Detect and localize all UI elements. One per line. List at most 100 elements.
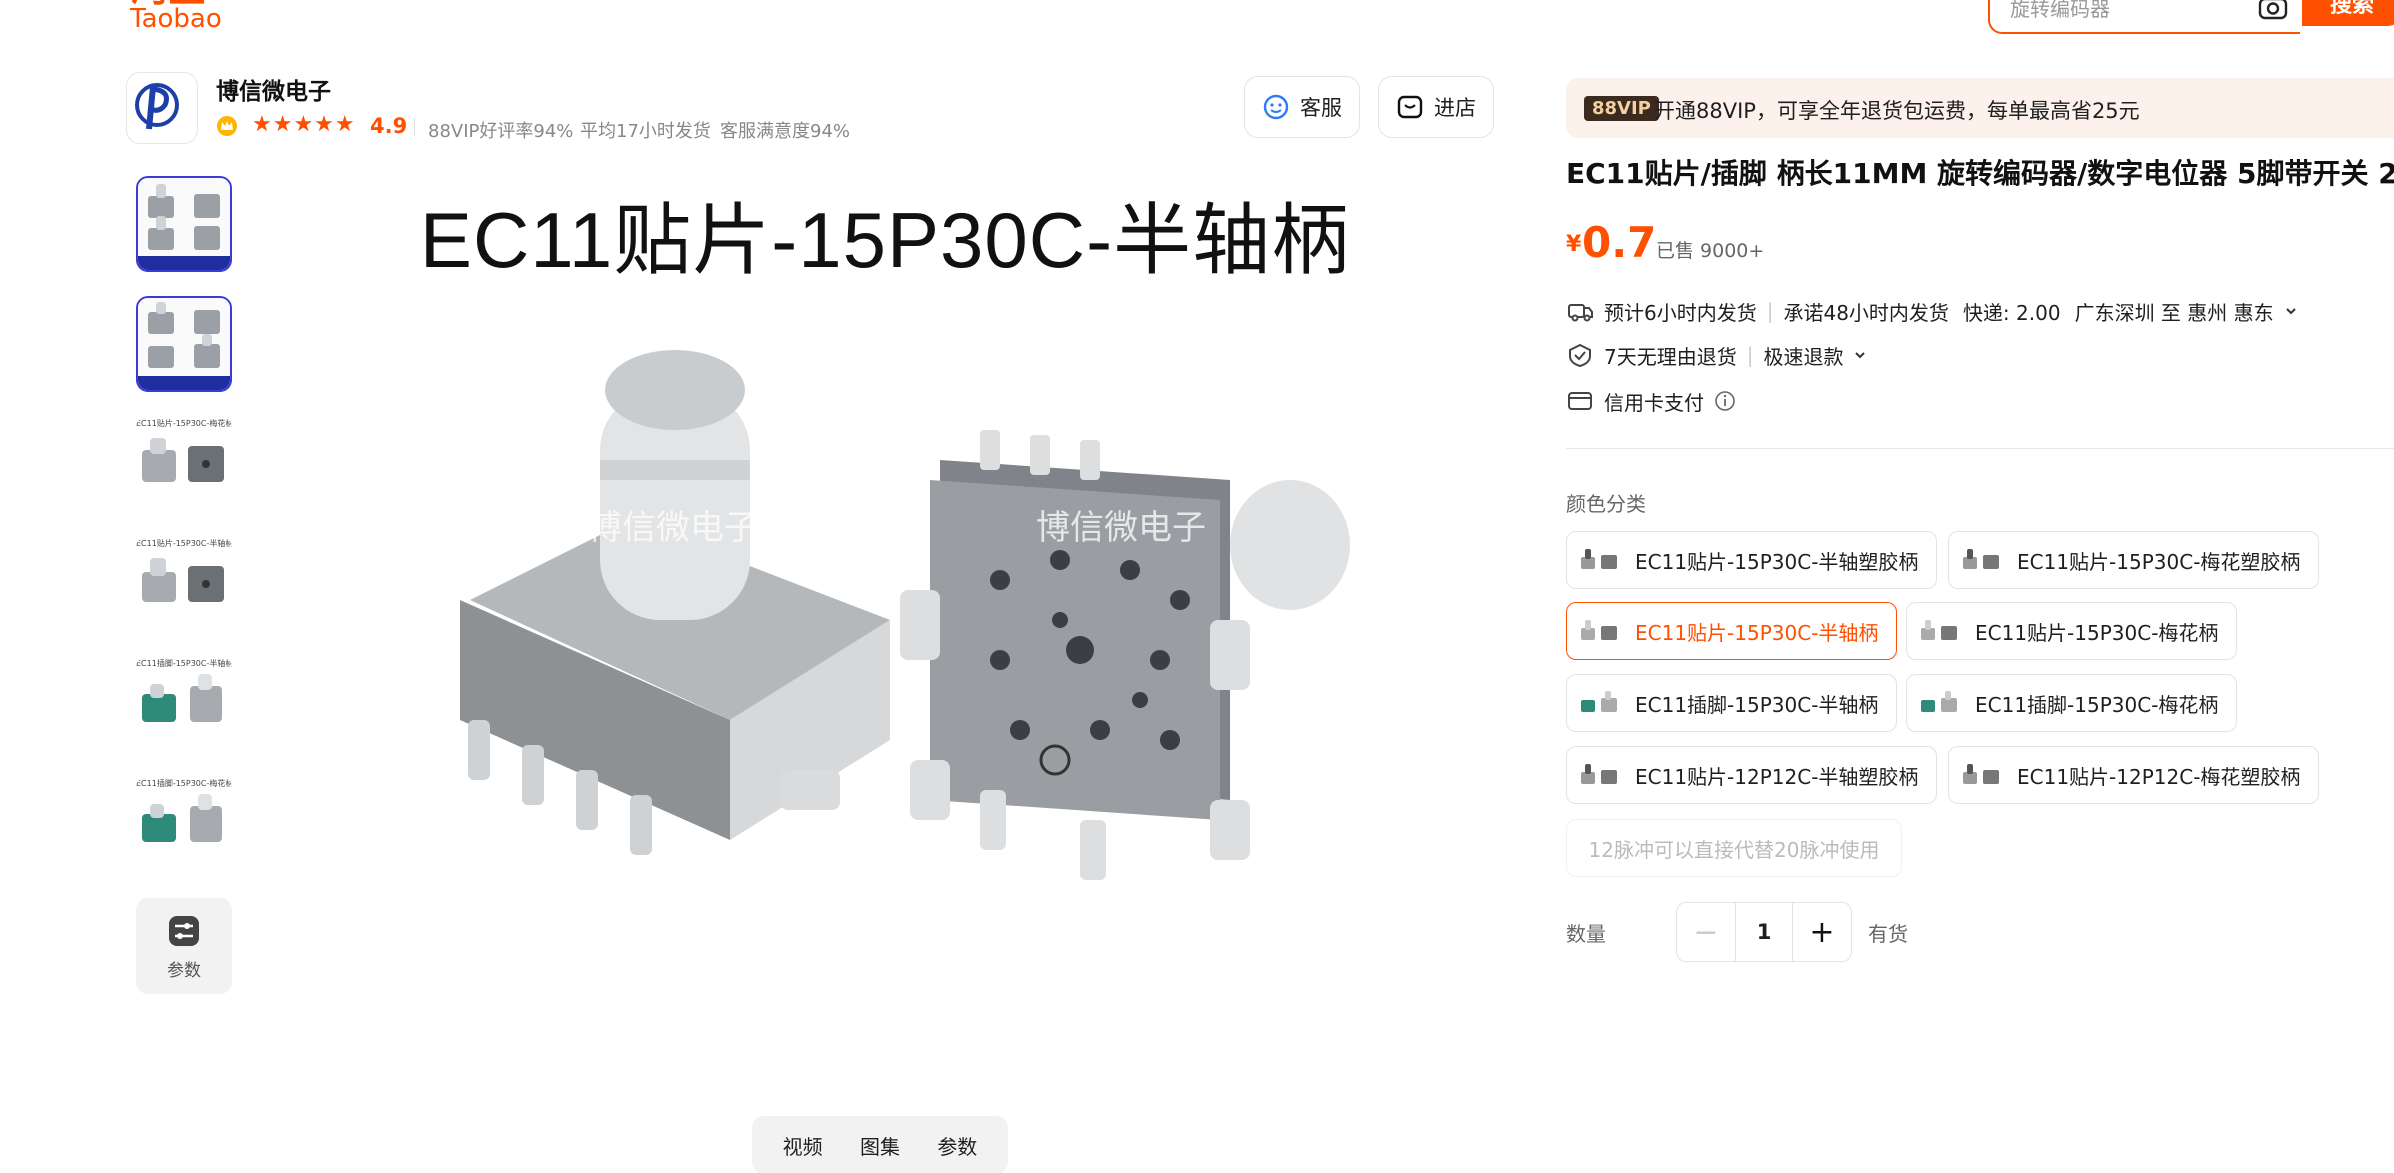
vip-text: 开通88VIP，可享全年退货包运费，每单最高省25元 [1654, 99, 2140, 123]
thumbnail-caption: EC11插脚-15P30C-半轴柄 [136, 659, 232, 668]
search-button[interactable]: 搜索 [2302, 0, 2394, 26]
sku-thumbnail [1581, 549, 1617, 569]
sku-thumbnail [1963, 764, 1999, 784]
section-divider [1566, 448, 2394, 449]
thumbnail-2[interactable] [136, 296, 232, 392]
sku-option[interactable]: EC11贴片-15P30C-梅花塑胶柄 [1948, 531, 2320, 589]
shop-logo-icon [135, 83, 179, 130]
sku-thumbnail [1921, 620, 1957, 640]
thumbnail-image [138, 178, 230, 270]
rating-stars: ★★★★★ [252, 112, 356, 137]
search-input[interactable] [2010, 0, 2240, 24]
thumbnail-caption: EC11贴片-15P30C-梅花柄 [136, 419, 232, 428]
thumbnail-caption: EC11贴片-15P30C-半轴柄 [136, 539, 232, 548]
divider: | [1746, 343, 1754, 367]
gallery-tabs: 视频 图集 参数 [752, 1116, 1008, 1173]
logo-en[interactable]: Taobao [130, 4, 222, 34]
tab-params[interactable]: 参数 [937, 1131, 977, 1160]
sku-label: EC11贴片-12P12C-半轴塑胶柄 [1635, 764, 1919, 789]
parameters-button[interactable]: 参数 [136, 898, 232, 994]
thumbnail-3[interactable]: EC11贴片-15P30C-梅花柄 [136, 416, 232, 512]
decrease-button[interactable]: − [1677, 903, 1735, 961]
tab-album[interactable]: 图集 [860, 1131, 900, 1160]
shipping-promise: 承诺48小时内发货 [1783, 300, 1949, 325]
sku-label: EC11插脚-15P30C-梅花柄 [1975, 692, 2219, 717]
sku-label: EC11插脚-15P30C-半轴柄 [1635, 692, 1879, 717]
shop-name[interactable]: 博信微电子 [216, 72, 331, 106]
chevron-down-icon[interactable] [1853, 348, 1867, 362]
payment-text: 信用卡支付 [1604, 390, 1704, 415]
encoder-right [900, 430, 1350, 880]
quantity-value[interactable]: 1 [1735, 903, 1793, 961]
sliders-icon [169, 916, 199, 946]
quantity-label: 数量 [1566, 922, 1606, 946]
enter-shop-button[interactable]: 进店 [1378, 76, 1494, 138]
price: 0.7 [1582, 218, 1657, 267]
thumbnail-image [142, 438, 224, 482]
thumbnail-4[interactable]: EC11贴片-15P30C-半轴柄 [136, 536, 232, 632]
info-icon[interactable] [1714, 390, 1736, 412]
sku-thumbnail [1581, 764, 1617, 784]
sku-option[interactable]: EC11贴片-12P12C-半轴塑胶柄 [1566, 746, 1938, 804]
customer-service-button[interactable]: 客服 [1244, 76, 1360, 138]
stock-status: 有货 [1868, 922, 1908, 946]
sku-thumbnail [1921, 691, 1957, 712]
sku-option[interactable]: EC11贴片-15P30C-梅花柄 [1906, 602, 2238, 660]
thumbnail-5[interactable]: EC11插脚-15P30C-半轴柄 [136, 656, 232, 752]
sku-option-disabled: 12脉冲可以直接代替20脉冲使用 [1566, 819, 1902, 877]
quantity-stepper: − 1 + [1676, 902, 1852, 962]
sku-label: EC11贴片-15P30C-半轴塑胶柄 [1635, 549, 1919, 574]
increase-button[interactable]: + [1793, 903, 1851, 961]
watermark-left: 博信微电子 [588, 508, 758, 548]
main-image-title: EC11贴片-15P30C-半轴柄 [419, 196, 1351, 284]
fast-refund[interactable]: 极速退款 [1763, 341, 1843, 370]
sku-thumbnail [1963, 549, 1999, 569]
sku-thumbnail [1581, 691, 1617, 712]
shop-logo[interactable] [126, 72, 198, 144]
color-label: 颜色分类 [1566, 492, 1646, 516]
sku-label: EC11贴片-15P30C-梅花柄 [1975, 620, 2219, 645]
stat-ship-time: 平均17小时发货 [580, 121, 711, 142]
price-symbol: ¥ [1566, 232, 1582, 257]
sku-option[interactable]: EC11插脚-15P30C-半轴柄 [1566, 674, 1898, 732]
vip-banner[interactable]: 88VIP 开通88VIP，可享全年退货包运费，每单最高省25元 [1566, 78, 2394, 138]
shipping-time: 预计6小时内发货 [1604, 300, 1757, 325]
sku-option-selected[interactable]: EC11贴片-15P30C-半轴柄 [1566, 602, 1898, 660]
credit-card-icon [1568, 392, 1592, 410]
enter-shop-label: 进店 [1434, 96, 1476, 120]
thumbnail-image [142, 558, 224, 602]
return-icon [1569, 343, 1591, 368]
sku-option[interactable]: EC11贴片-12P12C-梅花塑胶柄 [1948, 746, 2320, 804]
thumbnail-1[interactable] [136, 176, 232, 272]
stat-satisfaction: 客服满意度94% [720, 121, 851, 142]
thumbnail-image [138, 298, 230, 390]
service-icon [1263, 94, 1289, 120]
sku-option[interactable]: EC11贴片-15P30C-半轴塑胶柄 [1566, 531, 1938, 589]
stat-good-rate: 88VIP好评率94% [428, 121, 574, 142]
sold-count: 已售 9000+ [1656, 240, 1765, 262]
camera-icon[interactable] [2258, 0, 2288, 20]
shipping-route[interactable]: 广东深圳 至 惠州 惠东 [2075, 297, 2274, 326]
sku-label: EC11贴片-12P12C-梅花塑胶柄 [2017, 764, 2301, 789]
watermark-right: 博信微电子 [1036, 508, 1206, 548]
parameters-label: 参数 [167, 961, 201, 981]
shipping-fee: 快递: 2.00 [1962, 300, 2061, 325]
sku-option[interactable]: EC11插脚-15P30C-梅花柄 [1906, 674, 2238, 732]
product-title: EC11贴片/插脚 柄长11MM 旋转编码器/数字电位器 5脚带开关 20 [1566, 157, 2394, 190]
sku-label: EC11贴片-15P30C-梅花塑胶柄 [2017, 549, 2301, 574]
payment-row: 信用卡支付 [1566, 386, 1736, 416]
shop-icon [1397, 95, 1423, 119]
tab-video[interactable]: 视频 [783, 1131, 823, 1160]
crown-icon [217, 116, 237, 136]
thumbnail-6[interactable]: EC11插脚-15P30C-梅花柄 [136, 776, 232, 872]
divider [414, 118, 415, 136]
search-box [1988, 0, 2300, 34]
encoder-left [460, 350, 890, 855]
shipping-row: 预计6小时内发货 | 承诺48小时内发货 快递: 2.00 广东深圳 至 惠州 … [1566, 296, 2298, 326]
rating-score: 4.9 [370, 114, 408, 138]
vip-tag: 88VIP [1584, 96, 1659, 121]
main-product-image[interactable] [300, 160, 1470, 1040]
chevron-down-icon[interactable] [2284, 304, 2298, 318]
truck-icon [1568, 304, 1593, 322]
thumbnail-caption: EC11插脚-15P30C-梅花柄 [136, 779, 232, 788]
